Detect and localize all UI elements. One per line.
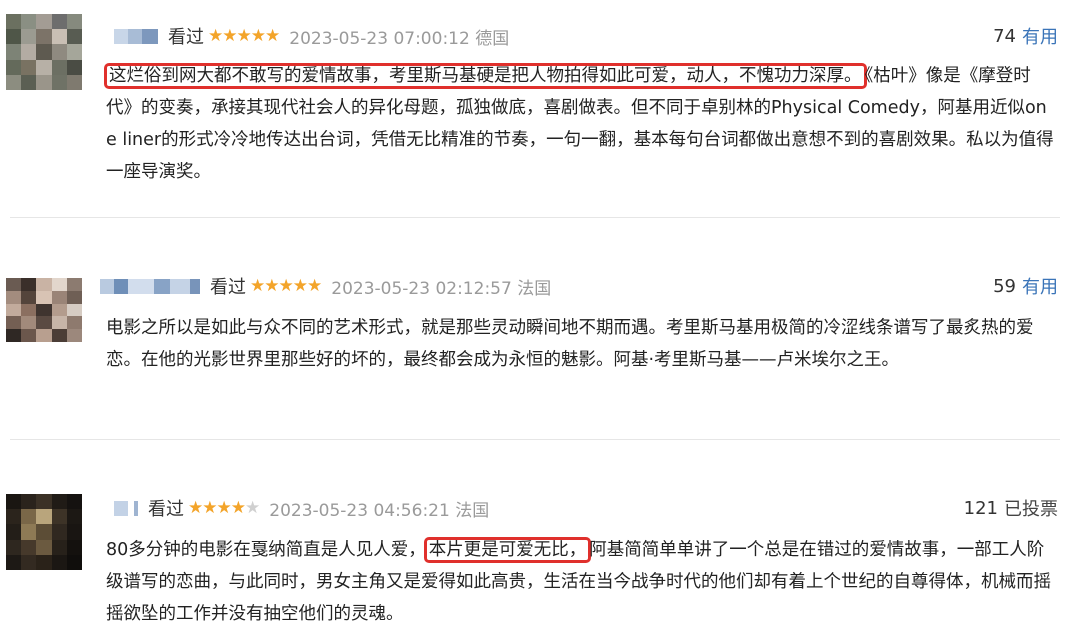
review-2: 看过 ★★★★★ 2023-05-23 02:12:57 法国 59 有用 电影…	[0, 250, 1080, 440]
highlighted-text: 这烂俗到网大都不敢写的爱情故事，考里斯马基硬是把人物拍得如此可爱，动人，不愧功力…	[104, 63, 867, 89]
review-3: 看过 ★★★★★ 2023-05-23 04:56:21 法国 121 已投票 …	[0, 478, 1080, 640]
star-icon: ★	[222, 26, 237, 46]
star-icon: ★	[245, 498, 260, 518]
vote-count: 121	[963, 497, 998, 519]
avatar[interactable]	[6, 494, 82, 570]
star-icon: ★	[292, 276, 308, 296]
divider	[10, 217, 1060, 218]
star-icon: ★	[216, 498, 232, 518]
star-icon: ★	[278, 276, 294, 296]
watch-status: 看过	[168, 27, 204, 48]
blurred-username[interactable]	[100, 278, 200, 294]
review-meta: 看过 ★★★★★ 2023-05-23 04:56:21 法国	[114, 494, 489, 522]
star-icon: ★	[202, 498, 217, 518]
watch-status: 看过	[210, 277, 246, 298]
review-time-location: 2023-05-23 07:00:12 德国	[289, 28, 510, 49]
star-icon: ★	[188, 498, 203, 518]
review-text: 这烂俗到网大都不敢写的爱情故事，考里斯马基硬是把人物拍得如此可爱，动人，不愧功力…	[104, 60, 1056, 188]
review-text: 电影之所以是如此与众不同的艺术形式，就是那些灵动瞬间地不期而遇。考里斯马基用极简…	[106, 318, 1034, 370]
star-icon: ★	[236, 26, 252, 46]
vote-area: 121 已投票	[964, 494, 1058, 522]
blurred-username[interactable]	[114, 500, 138, 516]
review-time-location: 2023-05-23 02:12:57 法国	[331, 278, 552, 299]
star-icon: ★	[230, 498, 246, 518]
avatar[interactable]	[6, 278, 82, 342]
review-time-location: 2023-05-23 04:56:21 法国	[269, 500, 490, 521]
star-icon: ★	[250, 276, 265, 296]
blurred-username[interactable]	[114, 28, 158, 44]
rating-stars: ★★★★★	[188, 498, 260, 518]
star-icon: ★	[250, 26, 266, 46]
divider	[10, 439, 1060, 440]
review-meta: 看过 ★★★★★ 2023-05-23 07:00:12 德国	[114, 22, 509, 50]
vote-area: 59 有用	[993, 272, 1058, 300]
useful-button[interactable]: 有用	[1022, 273, 1058, 299]
voted-button[interactable]: 已投票	[1004, 495, 1058, 521]
review-1: 看过 ★★★★★ 2023-05-23 07:00:12 德国 74 有用 这烂…	[0, 0, 1080, 218]
star-icon: ★	[307, 276, 322, 296]
avatar[interactable]	[6, 14, 82, 90]
star-icon: ★	[264, 276, 279, 296]
review-meta: 看过 ★★★★★ 2023-05-23 02:12:57 法国	[100, 272, 551, 300]
rating-stars: ★★★★★	[250, 276, 322, 296]
highlighted-text: 本片更是可爱无比，	[423, 537, 592, 563]
vote-count: 59	[993, 275, 1016, 297]
rating-stars: ★★★★★	[208, 26, 280, 46]
review-text-before: 80多分钟的电影在戛纳简直是人见人爱，	[106, 540, 426, 560]
watch-status: 看过	[148, 499, 184, 520]
review-text: 80多分钟的电影在戛纳简直是人见人爱， 本片更是可爱无比， 阿基简简单单讲了一个总是…	[106, 534, 1056, 630]
vote-area: 74 有用	[993, 22, 1058, 50]
vote-count: 74	[993, 25, 1016, 47]
star-icon: ★	[208, 26, 223, 46]
star-icon: ★	[265, 26, 280, 46]
useful-button[interactable]: 有用	[1022, 23, 1058, 49]
